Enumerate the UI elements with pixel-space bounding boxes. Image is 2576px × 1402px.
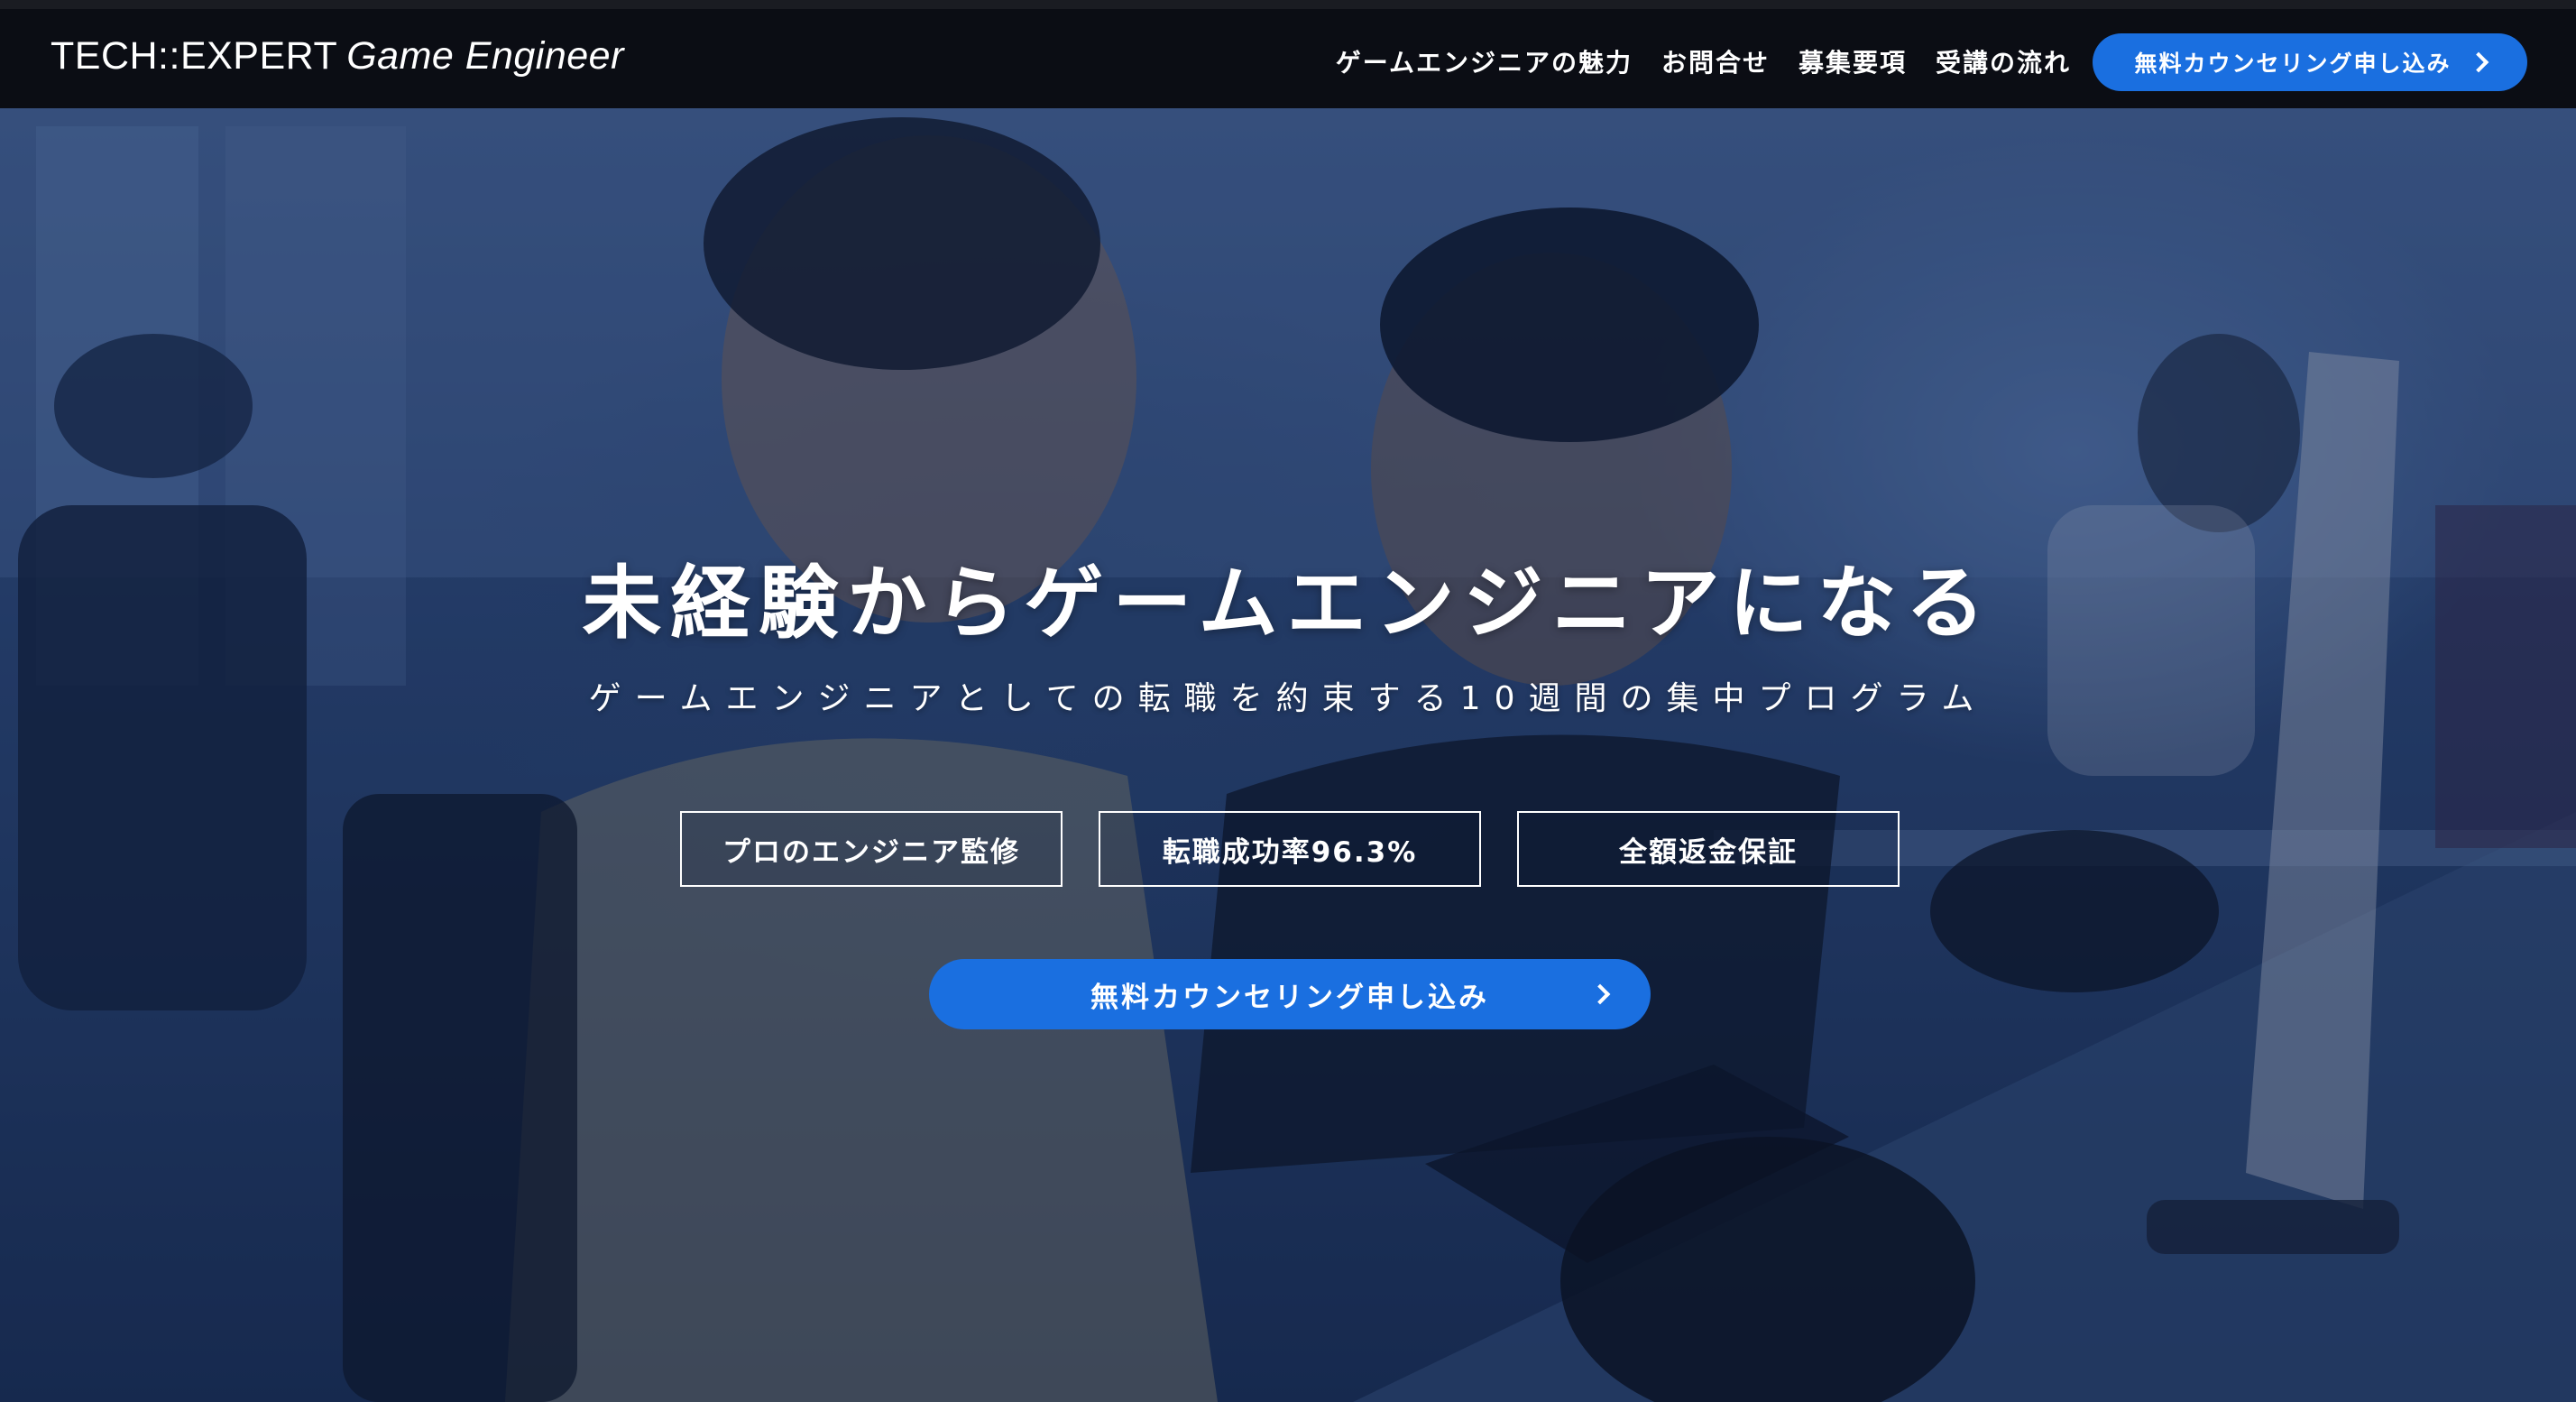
site-logo[interactable]: TECH::EXPERT Game Engineer [51,34,624,78]
hero-subtitle: ゲームエンジニアとしての転職を約束する10週間の集中プログラム [588,680,1988,717]
hero-counseling-button-label: 無料カウンセリング申し込み [1090,981,1489,1014]
logo-subtitle: Game Engineer [346,34,624,78]
logo-brand: TECH::EXPERT [51,34,338,78]
header-counseling-button-label: 無料カウンセリング申し込み [2134,51,2452,77]
feature-badges: プロのエンジニア監修 転職成功率96.3% 全額返金保証 [680,811,1900,887]
nav-item-game-engineer-appeal[interactable]: ゲームエンジニアの魅力 [1336,43,1633,79]
badge-job-change-success-rate: 転職成功率96.3% [1099,811,1481,887]
badge-full-refund-guarantee: 全額返金保証 [1517,811,1900,887]
hero-counseling-button[interactable]: 無料カウンセリング申し込み [929,959,1651,1029]
site-header: TECH::EXPERT Game Engineer ゲームエンジニアの魅力 お問… [0,0,2576,108]
chevron-right-icon [1589,983,1611,1005]
badge-pro-engineer-supervised: プロのエンジニア監修 [680,811,1063,887]
nav-item-course-flow[interactable]: 受講の流れ [1936,43,2071,79]
chevron-right-icon [2468,51,2489,73]
nav-item-contact[interactable]: お問合せ [1661,43,1770,79]
main-nav: ゲームエンジニアの魅力 お問合せ 募集要項 受講の流れ [1336,43,2071,79]
nav-item-requirements[interactable]: 募集要項 [1799,43,1907,79]
landing-page: TECH::EXPERT Game Engineer ゲームエンジニアの魅力 お問… [0,0,2576,1402]
hero-title: 未経験からゲームエンジニアになる [582,556,1994,650]
header-counseling-button[interactable]: 無料カウンセリング申し込み [2093,33,2527,91]
